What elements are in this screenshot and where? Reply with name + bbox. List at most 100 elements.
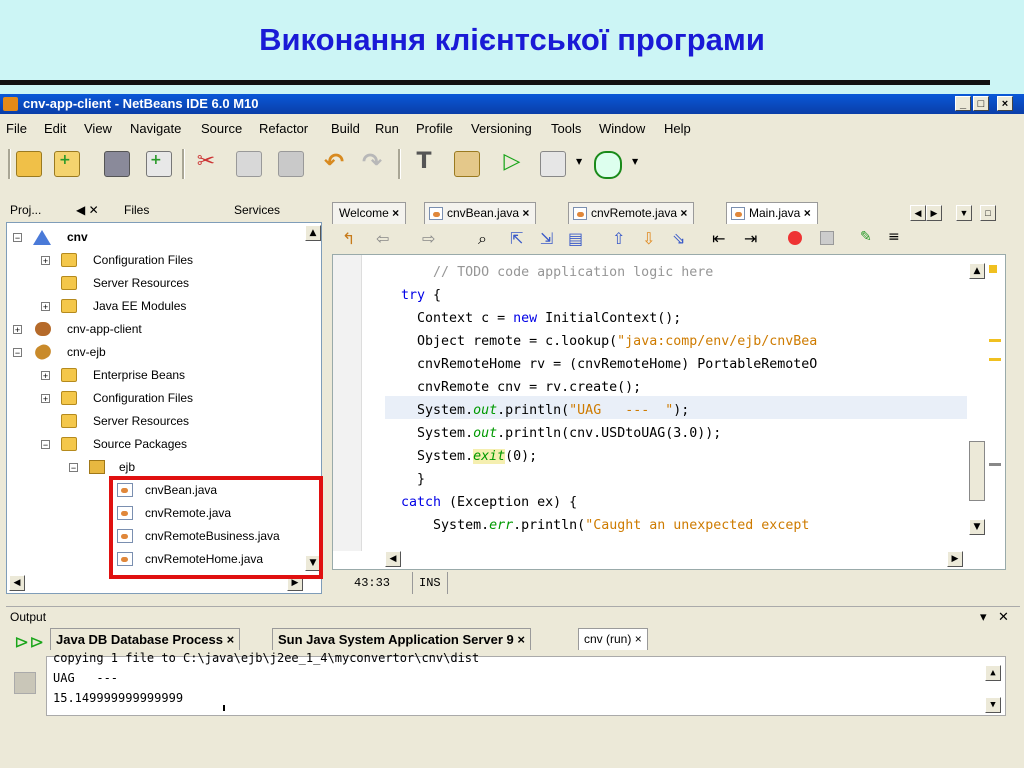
run-icon[interactable]: ▷ (500, 151, 524, 175)
start-macro-icon[interactable] (788, 231, 802, 245)
code-line[interactable]: cnvRemote cnv = rv.create(); (385, 376, 641, 399)
collapse-icon[interactable]: − (13, 348, 22, 358)
forward-icon[interactable]: ⇨ (422, 229, 435, 248)
menu-tools[interactable]: Tools (551, 121, 581, 136)
code-line[interactable]: try { (385, 284, 441, 307)
expand-icon[interactable]: + (41, 256, 50, 266)
output-menu-icon[interactable]: ▾ (980, 609, 987, 625)
menu-file[interactable]: File (6, 121, 27, 136)
shift-right-icon[interactable]: ⇥ (744, 229, 757, 248)
back-icon[interactable]: ⇦ (376, 229, 389, 248)
code-line[interactable]: Context c = new InitialContext(); (385, 307, 681, 330)
menu-help[interactable]: Help (664, 121, 691, 136)
tab-cnvbean[interactable]: cnvBean.java × (424, 202, 537, 224)
profile-dropdown-icon[interactable]: ▼ (632, 157, 638, 166)
copy-icon[interactable] (236, 151, 262, 177)
rerun-icon[interactable]: ⊳⊳ (14, 632, 44, 653)
close-button[interactable]: × (997, 96, 1013, 111)
debug-dropdown-icon[interactable]: ▼ (576, 157, 582, 166)
tab-close-icon[interactable]: × (517, 632, 525, 647)
uncomment-icon[interactable]: ≡ (888, 229, 900, 245)
clean-build-icon[interactable] (454, 151, 480, 177)
code-line[interactable]: catch (Exception ex) { (385, 491, 577, 514)
find-next-icon[interactable]: ⇲ (540, 229, 553, 248)
scroll-left-button[interactable]: ◀ (9, 575, 25, 591)
shift-left-icon[interactable]: ⇤ (712, 229, 725, 248)
tab-close-icon[interactable]: × (680, 206, 687, 220)
collapse-icon[interactable]: − (13, 233, 22, 243)
tab-welcome[interactable]: Welcome × (332, 202, 407, 224)
tab-main[interactable]: Main.java × (726, 202, 818, 224)
menu-build[interactable]: Build (331, 121, 360, 136)
back-history-icon[interactable]: ↰ (342, 229, 355, 248)
new-project-icon[interactable] (16, 151, 42, 177)
prev-bookmark-icon[interactable]: ⇧ (612, 229, 625, 248)
code-content[interactable]: // TODO code application logic here try … (385, 261, 967, 551)
paste-icon[interactable] (278, 151, 304, 177)
menu-profile[interactable]: Profile (416, 121, 453, 136)
undo-icon[interactable]: ↶ (322, 150, 346, 175)
error-stripe-marker[interactable] (989, 463, 1001, 466)
collapse-icon[interactable]: − (41, 440, 50, 450)
code-line[interactable]: } (385, 468, 425, 491)
comment-icon[interactable]: ✎ (860, 229, 872, 245)
output-close-icon[interactable]: ✕ (998, 609, 1009, 625)
collapse-icon[interactable]: − (69, 463, 78, 473)
tab-services[interactable]: Services (234, 203, 280, 217)
output-scroll-down-button[interactable]: ▼ (985, 697, 1001, 713)
output-tab-javadb[interactable]: Java DB Database Process × (50, 628, 241, 650)
expand-icon[interactable]: + (41, 371, 50, 381)
add-icon[interactable]: + (146, 151, 172, 177)
toggle-bookmark-icon[interactable]: ⇘ (672, 229, 685, 248)
save-all-icon[interactable] (104, 151, 130, 177)
code-line[interactable]: System.out.println(cnv.USDtoUAG(3.0)); (385, 422, 721, 445)
tabs-right-button[interactable]: ▶ (926, 205, 942, 221)
menu-edit[interactable]: Edit (44, 121, 66, 136)
tab-projects[interactable]: Proj... (10, 203, 41, 217)
editor-scroll-left-button[interactable]: ◀ (385, 551, 401, 567)
code-line[interactable]: System.err.println("Caught an unexpected… (385, 514, 809, 537)
output-scroll-up-button[interactable]: ▲ (985, 665, 1001, 681)
new-file-icon[interactable]: + (54, 151, 80, 177)
tab-close-icon[interactable]: × (522, 206, 529, 220)
expand-icon[interactable]: + (41, 302, 50, 312)
tab-projects-controls[interactable]: ◀ ✕ (76, 203, 99, 217)
build-icon[interactable]: T (412, 151, 436, 175)
tab-files[interactable]: Files (124, 203, 149, 217)
tabs-left-button[interactable]: ◀ (910, 205, 926, 221)
menu-versioning[interactable]: Versioning (471, 121, 532, 136)
code-line[interactable]: System.exit(0); (385, 445, 537, 468)
code-line[interactable]: cnvRemoteHome rv = (cnvRemoteHome) Porta… (385, 353, 817, 376)
menu-source[interactable]: Source (201, 121, 242, 136)
expand-icon[interactable]: + (41, 394, 50, 404)
debug-icon[interactable] (540, 151, 566, 177)
profile-icon[interactable] (594, 151, 622, 179)
menu-run[interactable]: Run (375, 121, 399, 136)
stop-process-icon[interactable] (14, 672, 36, 694)
editor-scroll-right-button[interactable]: ▶ (947, 551, 963, 567)
tab-close-icon[interactable]: × (804, 206, 811, 220)
editor-scroll-up-button[interactable]: ▲ (969, 263, 985, 279)
cut-icon[interactable]: ✂ (194, 151, 218, 175)
expand-icon[interactable]: + (13, 325, 22, 335)
editor-scroll-down-button[interactable]: ▼ (969, 519, 985, 535)
window-titlebar[interactable]: cnv-app-client - NetBeans IDE 6.0 M10 _ … (0, 94, 1024, 114)
tab-close-icon[interactable]: × (227, 632, 235, 647)
toggle-highlight-icon[interactable]: ▤ (568, 229, 583, 248)
minimize-button[interactable]: _ (955, 96, 971, 111)
stop-macro-icon[interactable] (820, 231, 834, 245)
tab-cnvremote[interactable]: cnvRemote.java × (568, 202, 695, 224)
code-line[interactable]: // TODO code application logic here (385, 261, 713, 284)
error-stripe-marker[interactable] (989, 339, 1001, 361)
menu-navigate[interactable]: Navigate (130, 121, 181, 136)
find-prev-icon[interactable]: ⇱ (510, 229, 523, 248)
code-editor[interactable]: // TODO code application logic here try … (332, 254, 1006, 570)
next-bookmark-icon[interactable]: ⇩ (642, 229, 655, 248)
editor-scroll-thumb[interactable] (969, 441, 985, 501)
scroll-up-button[interactable]: ▲ (305, 225, 321, 241)
find-icon[interactable]: ⌕ (478, 229, 487, 249)
code-line[interactable]: System.out.println("UAG --- "); (385, 399, 689, 422)
maximize-editor-button[interactable]: □ (980, 205, 996, 221)
maximize-button[interactable]: □ (973, 96, 989, 111)
menu-refactor[interactable]: Refactor (259, 121, 308, 136)
